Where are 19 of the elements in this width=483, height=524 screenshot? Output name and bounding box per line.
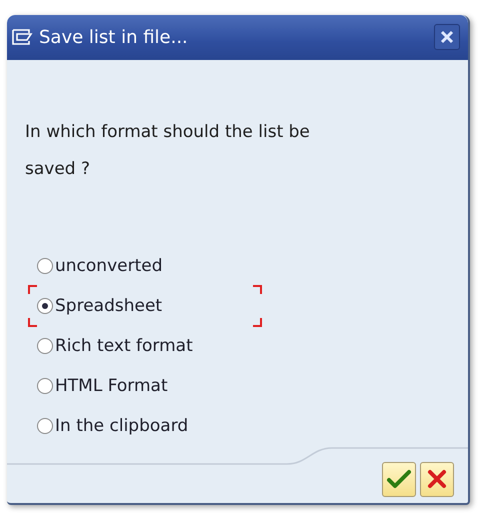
cancel-button[interactable] xyxy=(420,462,454,497)
radio-option[interactable]: unconverted xyxy=(25,246,259,286)
cancel-icon xyxy=(427,469,447,490)
radio-button[interactable] xyxy=(37,418,53,434)
close-button[interactable] xyxy=(434,24,460,50)
confirm-button[interactable] xyxy=(382,462,416,497)
radio-button[interactable] xyxy=(37,378,53,394)
checkmark-icon xyxy=(387,469,411,490)
radio-button[interactable] xyxy=(37,298,53,314)
radio-option[interactable]: HTML Format xyxy=(25,366,259,406)
radio-option[interactable]: Rich text format xyxy=(25,326,259,366)
close-icon xyxy=(440,30,454,44)
radio-button[interactable] xyxy=(37,338,53,354)
radio-option[interactable]: Spreadsheet xyxy=(25,286,259,326)
window-title: Save list in file... xyxy=(39,26,189,48)
radio-option[interactable]: In the clipboard xyxy=(25,406,259,446)
radio-button[interactable] xyxy=(37,258,53,274)
question-text: In which format should the list be saved ? xyxy=(25,120,311,181)
window-icon xyxy=(11,28,33,46)
